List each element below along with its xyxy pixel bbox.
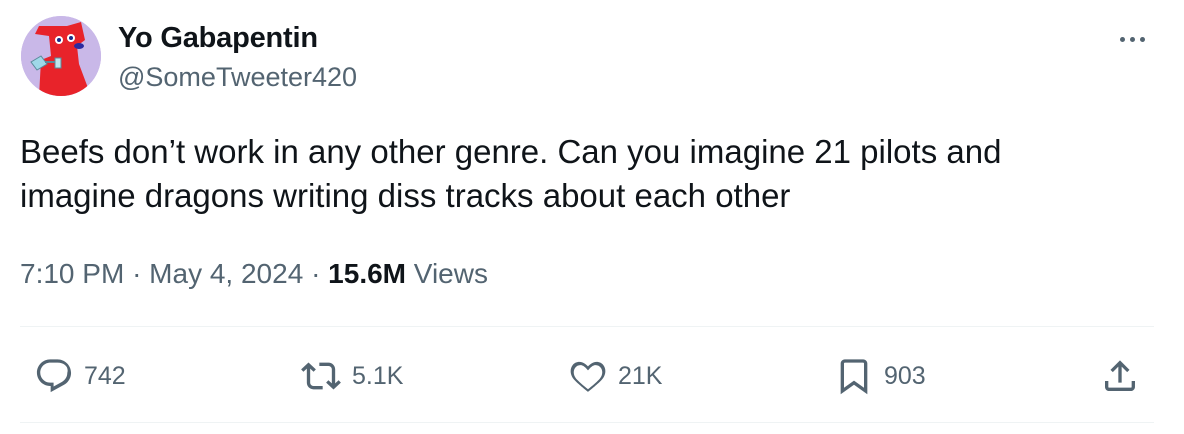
divider xyxy=(20,326,1154,327)
heart-icon xyxy=(570,361,606,392)
bookmark-button[interactable]: 903 xyxy=(834,356,926,396)
tweet-time[interactable]: 7:10 PM xyxy=(20,258,124,289)
tweet-date[interactable]: May 4, 2024 xyxy=(149,258,303,289)
tweet-meta: 7:10 PM · May 4, 2024 · 15.6M Views xyxy=(20,254,488,294)
tweet-text-line: Beefs don’t work in any other genre. Can… xyxy=(20,133,1002,170)
reply-icon xyxy=(36,359,72,393)
views-count[interactable]: 15.6M xyxy=(328,258,406,289)
author-name[interactable]: Yo Gabapentin xyxy=(118,20,318,56)
bookmark-icon xyxy=(840,359,868,395)
views-label: Views xyxy=(413,258,488,289)
more-options-icon[interactable] xyxy=(1110,28,1154,50)
tweet-text-line: imagine dragons writing diss tracks abou… xyxy=(20,177,791,214)
separator-dot: · xyxy=(132,258,150,289)
tweet-text: Beefs don’t work in any other genre. Can… xyxy=(20,130,1140,218)
avatar[interactable] xyxy=(21,16,101,96)
retweet-count: 5.1K xyxy=(352,361,404,390)
share-button[interactable] xyxy=(1100,356,1140,396)
red-dog-avatar-icon xyxy=(21,16,101,96)
share-icon xyxy=(1105,360,1135,391)
retweet-button[interactable]: 5.1K xyxy=(300,356,403,396)
author-handle[interactable]: @SomeTweeter420 xyxy=(118,60,357,94)
divider xyxy=(20,422,1154,423)
bookmark-count: 903 xyxy=(884,361,926,390)
like-count: 21K xyxy=(618,361,663,390)
reply-count: 742 xyxy=(84,361,126,390)
reply-button[interactable]: 742 xyxy=(34,356,126,396)
like-button[interactable]: 21K xyxy=(568,356,662,396)
separator-dot: · xyxy=(311,258,329,289)
retweet-icon xyxy=(301,362,341,390)
